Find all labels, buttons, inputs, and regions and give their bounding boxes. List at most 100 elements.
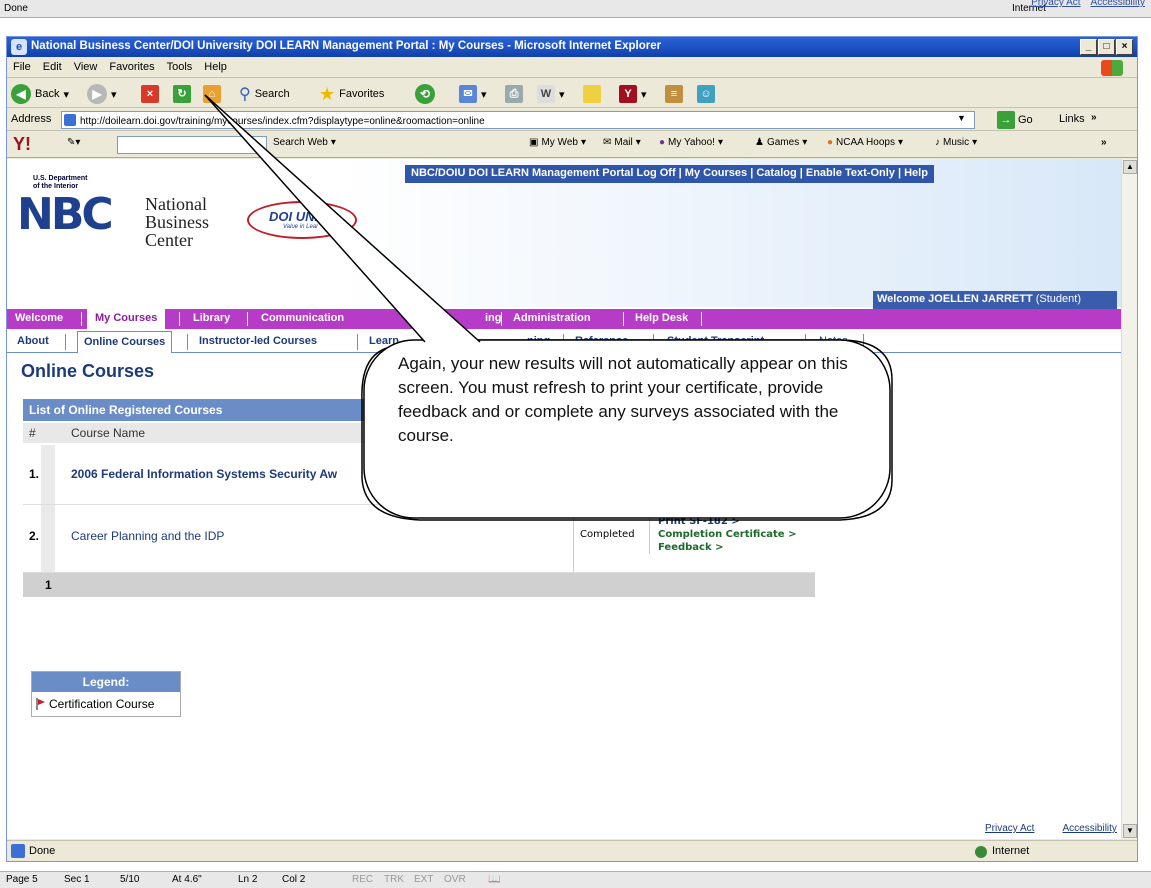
menu-bar: File Edit View Favorites Tools Help <box>7 58 1137 78</box>
print-icon: ⎙ <box>505 85 523 103</box>
nav-my-courses[interactable]: My Courses <box>87 309 166 329</box>
music-button[interactable]: ♪ Music ▾ <box>935 137 977 148</box>
nav-training[interactable]: ing <box>485 312 502 324</box>
standard-toolbar: ◀ Back ▾ ▶ ▾ × ↻ ⌂ ⚲ Search ★ Favorites ⟲ … <box>7 78 1137 108</box>
footer-links: Privacy Act Accessibility <box>957 823 1117 834</box>
legend-box: Legend: Certification Course <box>31 671 181 717</box>
word-page: Page 5 <box>6 874 38 885</box>
menu-help[interactable]: Help <box>198 58 233 76</box>
print-sf182-link[interactable]: Print SF-182 > <box>658 515 796 528</box>
ie-icon: e <box>11 39 27 55</box>
completion-certificate-link[interactable]: Completion Certificate > <box>658 528 796 541</box>
mail-button[interactable]: ✉ ▾ <box>459 83 487 105</box>
my-web-button[interactable]: ▣ My Web ▾ <box>529 137 586 148</box>
nav-welcome[interactable]: Welcome <box>15 312 63 324</box>
table-pager[interactable]: 1 <box>23 573 815 597</box>
messenger-icon: ☺ <box>697 85 715 103</box>
nav-help-desk[interactable]: Help Desk <box>635 312 688 324</box>
forward-button[interactable]: ▶ ▾ <box>87 83 117 105</box>
word-line: Ln 2 <box>238 874 258 885</box>
mail-icon: ✉ <box>459 85 477 103</box>
go-button[interactable]: → Go <box>997 111 1033 129</box>
browser-window: e National Business Center/DOI Universit… <box>6 36 1138 862</box>
research-icon: ≡ <box>665 85 683 103</box>
word-page-count: 5/10 <box>120 874 140 885</box>
background-window-bar: Done Internet Privacy Act Accessibility <box>0 0 1151 18</box>
privacy-act-link[interactable]: Privacy Act <box>985 823 1034 834</box>
subnav-online-courses[interactable]: Online Courses <box>77 331 173 353</box>
home-button[interactable]: ⌂ <box>203 83 221 105</box>
more-chevron-icon[interactable]: » <box>1101 137 1107 148</box>
stop-button[interactable]: × <box>141 83 159 105</box>
yahoo-messenger-button[interactable]: Y ▾ <box>619 83 647 105</box>
research-button[interactable]: ≡ <box>665 83 683 105</box>
subnav-learning[interactable]: Learn <box>369 335 399 347</box>
col-course-name: Course Name <box>71 426 146 440</box>
close-button[interactable]: × <box>1116 39 1133 55</box>
basketball-icon: ● <box>827 137 834 148</box>
yahoo-search-input[interactable] <box>117 136 267 154</box>
background-links: Privacy Act Accessibility <box>1021 0 1145 8</box>
history-button[interactable]: ⟲ <box>415 83 435 105</box>
feedback-link[interactable]: Feedback > <box>658 541 796 554</box>
menu-favorites[interactable]: Favorites <box>103 58 160 76</box>
nav-communication[interactable]: Communication <box>261 312 344 324</box>
games-button[interactable]: ♟ Games ▾ <box>755 137 807 148</box>
subnav-reference[interactable]: Reference <box>575 335 628 347</box>
scroll-down-icon[interactable]: ▼ <box>1123 824 1137 838</box>
nav-library[interactable]: Library <box>193 312 230 324</box>
minimize-button[interactable]: _ <box>1080 39 1097 55</box>
subnav-instructor-led[interactable]: Instructor-led Courses <box>199 335 317 347</box>
favorites-button[interactable]: ★ Favorites <box>319 83 384 105</box>
course-link[interactable]: Career Planning and the IDP <box>71 529 224 543</box>
welcome-banner: Welcome JOELLEN JARRETT (Student) <box>873 291 1117 309</box>
back-arrow-icon: ◀ <box>11 84 31 104</box>
main-nav: Welcome My Courses Library Communication… <box>7 309 1121 329</box>
menu-tools[interactable]: Tools <box>161 58 199 76</box>
menu-edit[interactable]: Edit <box>37 58 68 76</box>
background-status: Done <box>4 3 28 14</box>
search-web-button[interactable]: Search Web ▾ <box>273 137 336 148</box>
word-trk: TRK <box>384 874 404 885</box>
address-label: Address <box>11 113 52 125</box>
subnav-student-transcript[interactable]: Student Transcript <box>667 335 764 347</box>
print-button[interactable]: ⎙ <box>505 83 523 105</box>
portal-top-nav[interactable]: NBC/DOIU DOI LEARN Management Portal Log… <box>405 165 934 183</box>
vertical-scrollbar[interactable]: ▲ ▼ <box>1121 159 1137 839</box>
links-button[interactable]: Links <box>1059 113 1085 125</box>
sub-nav: About Online Courses Instructor-led Cour… <box>7 331 1121 353</box>
accessibility-link[interactable]: Accessibility <box>1062 823 1116 834</box>
scroll-up-icon[interactable]: ▲ <box>1123 160 1137 174</box>
doi-university-logo: DOI UNIV Value in Lear <box>247 201 357 239</box>
background-privacy-link[interactable]: Privacy Act <box>1031 0 1080 8</box>
address-input[interactable] <box>61 111 975 129</box>
maximize-button[interactable]: □ <box>1098 39 1115 55</box>
mail-toolbar-button[interactable]: ✉ Mail ▾ <box>603 137 641 148</box>
messenger-button[interactable]: ☺ <box>697 83 715 105</box>
ncaa-hoops-button[interactable]: ● NCAA Hoops ▾ <box>827 137 903 148</box>
yahoo-icon: Y <box>619 85 637 103</box>
background-accessibility-link[interactable]: Accessibility <box>1091 0 1145 8</box>
subnav-notes[interactable]: Notes <box>819 335 848 347</box>
pencil-icon[interactable]: ✎▾ <box>67 137 80 148</box>
word-at: At 4.6" <box>172 874 202 885</box>
discuss-button[interactable] <box>583 83 601 105</box>
status-page-icon <box>11 844 25 858</box>
search-button[interactable]: ⚲ Search <box>239 83 290 105</box>
yahoo-logo-icon[interactable]: Y! <box>13 134 31 155</box>
status-text: Done <box>29 845 56 857</box>
back-button[interactable]: ◀ Back ▾ <box>11 83 69 105</box>
callout-text: Again, your new results will not automat… <box>398 354 848 445</box>
my-yahoo-button[interactable]: ● My Yahoo! ▾ <box>659 137 723 148</box>
subnav-training[interactable]: ning <box>527 335 550 347</box>
edit-button[interactable]: W ▾ <box>537 83 565 105</box>
refresh-button[interactable]: ↻ <box>173 83 191 105</box>
address-dropdown-icon[interactable]: ▼ <box>957 113 966 123</box>
nav-administration[interactable]: Administration <box>513 312 591 324</box>
menu-file[interactable]: File <box>7 58 37 76</box>
spelling-icon[interactable]: 📖 <box>488 874 500 885</box>
links-chevron-icon[interactable]: » <box>1091 112 1097 123</box>
subnav-about[interactable]: About <box>17 335 49 347</box>
menu-view[interactable]: View <box>68 58 104 76</box>
course-link[interactable]: 2006 Federal Information Systems Securit… <box>71 467 337 481</box>
